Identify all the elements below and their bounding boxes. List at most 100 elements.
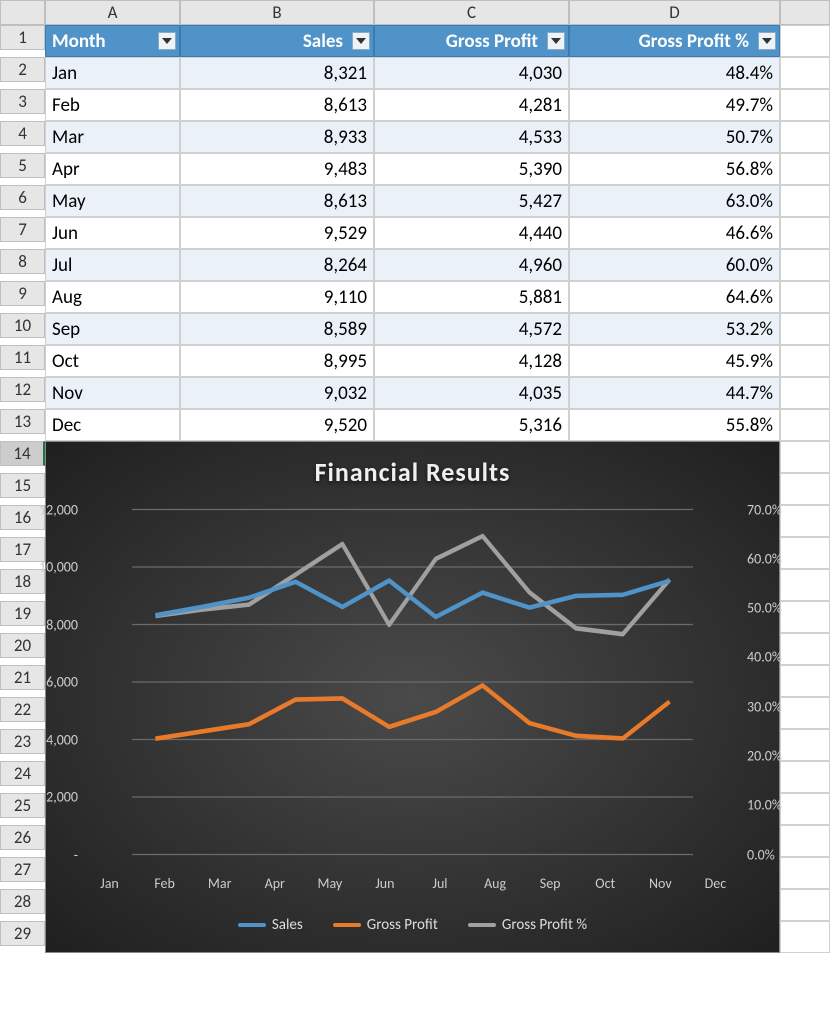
cell-month[interactable]: Apr bbox=[45, 153, 180, 185]
cell-month[interactable]: Jul bbox=[45, 249, 180, 281]
row-header-7[interactable]: 7 bbox=[0, 217, 45, 242]
cell-empty[interactable] bbox=[780, 697, 830, 729]
row-header-19[interactable]: 19 bbox=[0, 601, 45, 626]
cell-gross-profit-pct[interactable]: 53.2% bbox=[569, 313, 780, 345]
legend-item-sales[interactable]: Sales bbox=[238, 916, 303, 934]
cell-empty[interactable] bbox=[780, 409, 830, 441]
cell-empty[interactable] bbox=[780, 761, 830, 793]
row-header-24[interactable]: 24 bbox=[0, 761, 45, 786]
cell-empty[interactable] bbox=[780, 825, 830, 857]
cell-gross-profit-pct[interactable]: 48.4% bbox=[569, 57, 780, 89]
cell-gross-profit-pct[interactable]: 64.6% bbox=[569, 281, 780, 313]
cell-gross-profit[interactable]: 5,881 bbox=[374, 281, 569, 313]
filter-dropdown-icon[interactable] bbox=[758, 32, 776, 50]
cell-gross-profit[interactable]: 5,390 bbox=[374, 153, 569, 185]
cell-empty[interactable] bbox=[780, 57, 830, 89]
cell-sales[interactable]: 9,529 bbox=[180, 217, 374, 249]
cell-empty[interactable] bbox=[780, 505, 830, 537]
cell-month[interactable]: Jun bbox=[45, 217, 180, 249]
row-header-12[interactable]: 12 bbox=[0, 377, 45, 402]
row-header-25[interactable]: 25 bbox=[0, 793, 45, 818]
cell-empty[interactable] bbox=[780, 857, 830, 889]
cell-gross-profit-pct[interactable]: 60.0% bbox=[569, 249, 780, 281]
row-header-21[interactable]: 21 bbox=[0, 665, 45, 690]
cell-empty[interactable] bbox=[780, 441, 830, 473]
row-header-27[interactable]: 27 bbox=[0, 857, 45, 882]
table-header-month[interactable]: Month bbox=[45, 25, 180, 57]
chart-object[interactable]: Financial Results -2,0004,0006,0008,0001… bbox=[45, 441, 780, 953]
series-sales[interactable] bbox=[155, 581, 669, 617]
cell-month[interactable]: Mar bbox=[45, 121, 180, 153]
cell-sales[interactable]: 8,613 bbox=[180, 185, 374, 217]
cell-gross-profit-pct[interactable]: 55.8% bbox=[569, 409, 780, 441]
cell-sales[interactable]: 8,933 bbox=[180, 121, 374, 153]
cell-empty[interactable] bbox=[780, 249, 830, 281]
cell-month[interactable]: Dec bbox=[45, 409, 180, 441]
cell-gross-profit[interactable]: 4,281 bbox=[374, 89, 569, 121]
row-header-2[interactable]: 2 bbox=[0, 57, 45, 82]
row-header-15[interactable]: 15 bbox=[0, 473, 45, 498]
cell-empty[interactable] bbox=[780, 89, 830, 121]
cell-sales[interactable]: 9,032 bbox=[180, 377, 374, 409]
filter-dropdown-icon[interactable] bbox=[352, 32, 370, 50]
row-header-13[interactable]: 13 bbox=[0, 409, 45, 434]
cell-month[interactable]: Oct bbox=[45, 345, 180, 377]
cell-gross-profit-pct[interactable]: 56.8% bbox=[569, 153, 780, 185]
cell-gross-profit-pct[interactable]: 45.9% bbox=[569, 345, 780, 377]
cell-gross-profit[interactable]: 4,030 bbox=[374, 57, 569, 89]
cell-empty[interactable] bbox=[780, 889, 830, 921]
cell-gross-profit[interactable]: 4,128 bbox=[374, 345, 569, 377]
cell-gross-profit-pct[interactable]: 49.7% bbox=[569, 89, 780, 121]
cell-gross-profit-pct[interactable]: 50.7% bbox=[569, 121, 780, 153]
row-header-26[interactable]: 26 bbox=[0, 825, 45, 850]
filter-dropdown-icon[interactable] bbox=[158, 32, 176, 50]
column-header-A[interactable]: A bbox=[45, 0, 180, 25]
cell-gross-profit[interactable]: 4,533 bbox=[374, 121, 569, 153]
cell-month[interactable]: Nov bbox=[45, 377, 180, 409]
cell-empty[interactable] bbox=[780, 601, 830, 633]
row-header-5[interactable]: 5 bbox=[0, 153, 45, 178]
cell-empty[interactable] bbox=[780, 345, 830, 377]
table-header-gross-profit[interactable]: Gross Profit bbox=[374, 25, 569, 57]
row-header-14[interactable]: 14 bbox=[0, 441, 45, 466]
cell-gross-profit[interactable]: 4,572 bbox=[374, 313, 569, 345]
series-gross-profit-pct[interactable] bbox=[155, 536, 669, 634]
cell-sales[interactable]: 9,110 bbox=[180, 281, 374, 313]
cell-empty[interactable] bbox=[780, 473, 830, 505]
cell-empty[interactable] bbox=[780, 377, 830, 409]
row-header-28[interactable]: 28 bbox=[0, 889, 45, 914]
cell-month[interactable]: May bbox=[45, 185, 180, 217]
cell-month[interactable]: Jan bbox=[45, 57, 180, 89]
cell-month[interactable]: Feb bbox=[45, 89, 180, 121]
cell-empty[interactable] bbox=[780, 569, 830, 601]
row-header-20[interactable]: 20 bbox=[0, 633, 45, 658]
cell-empty[interactable] bbox=[780, 537, 830, 569]
cell-empty[interactable] bbox=[780, 281, 830, 313]
cell-gross-profit-pct[interactable]: 63.0% bbox=[569, 185, 780, 217]
table-header-gross-profit-pct[interactable]: Gross Profit % bbox=[569, 25, 780, 57]
row-header-22[interactable]: 22 bbox=[0, 697, 45, 722]
table-header-sales[interactable]: Sales bbox=[180, 25, 374, 57]
cell-empty[interactable] bbox=[780, 633, 830, 665]
cell-empty[interactable] bbox=[780, 121, 830, 153]
cell-gross-profit[interactable]: 5,427 bbox=[374, 185, 569, 217]
legend-item-gross-profit-pct[interactable]: Gross Profit % bbox=[468, 916, 587, 934]
cell-sales[interactable]: 9,483 bbox=[180, 153, 374, 185]
cell-gross-profit[interactable]: 4,035 bbox=[374, 377, 569, 409]
cell-empty[interactable] bbox=[780, 217, 830, 249]
cell-sales[interactable]: 8,995 bbox=[180, 345, 374, 377]
cell-gross-profit[interactable]: 5,316 bbox=[374, 409, 569, 441]
select-all-corner[interactable] bbox=[0, 0, 45, 25]
cell-empty[interactable] bbox=[780, 793, 830, 825]
row-header-1[interactable]: 1 bbox=[0, 25, 45, 50]
cell-gross-profit[interactable]: 4,440 bbox=[374, 217, 569, 249]
cell-empty[interactable] bbox=[780, 153, 830, 185]
row-header-23[interactable]: 23 bbox=[0, 729, 45, 754]
row-header-3[interactable]: 3 bbox=[0, 89, 45, 114]
column-header-C[interactable]: C bbox=[374, 0, 569, 25]
column-header-extra[interactable] bbox=[780, 0, 830, 25]
cell-gross-profit-pct[interactable]: 44.7% bbox=[569, 377, 780, 409]
cell-sales[interactable]: 8,613 bbox=[180, 89, 374, 121]
filter-dropdown-icon[interactable] bbox=[547, 32, 565, 50]
cell-sales[interactable]: 8,589 bbox=[180, 313, 374, 345]
